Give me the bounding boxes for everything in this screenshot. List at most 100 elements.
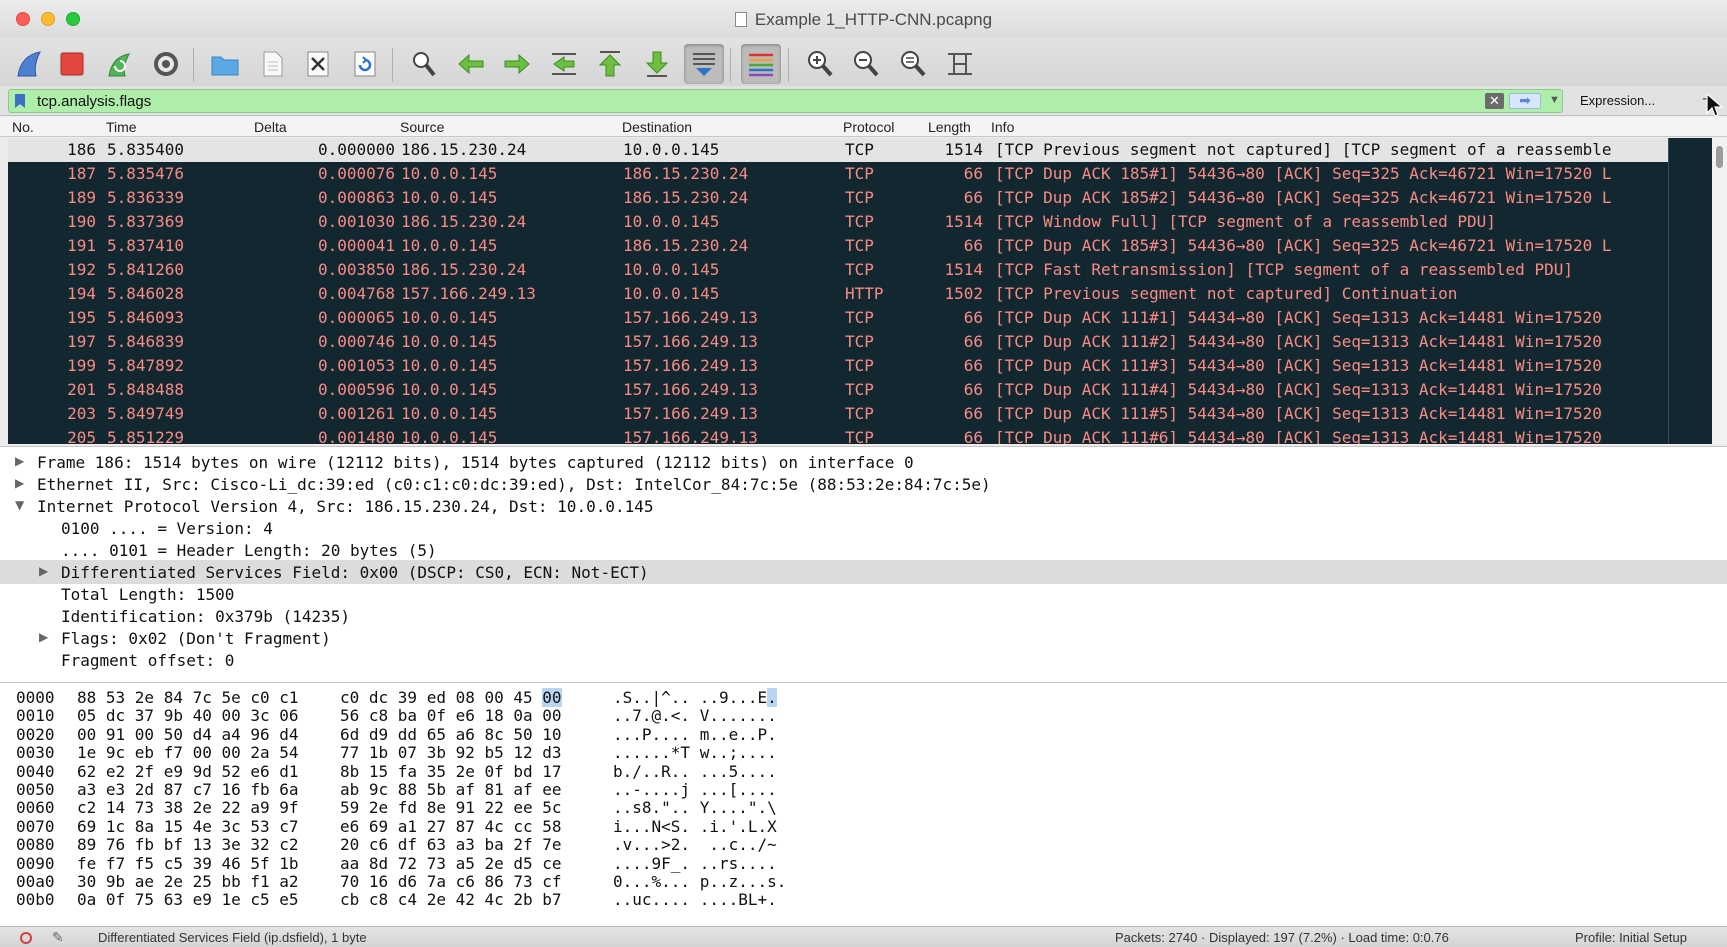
column-header-protocol[interactable]: Protocol <box>843 119 894 135</box>
bytes-row[interactable]: 0070 69 1c 8a 15 4e 3c 53 c7 e6 69 a1 27 8… <box>0 816 1727 836</box>
detail-tree-item[interactable]: ▶ Frame 186: 1514 bytes on wire (12112 bi… <box>0 450 1727 474</box>
bytes-offset: 0070 <box>16 816 55 836</box>
expand-triangle-icon[interactable]: ▶ <box>39 630 48 644</box>
packet-row[interactable]: 201 5.848488 0.000596 10.0.0.145 157.166.249… <box>8 378 1668 402</box>
zoom-in-button[interactable] <box>800 44 840 84</box>
packet-row[interactable]: 195 5.846093 0.000065 10.0.0.145 157.166.249… <box>8 306 1668 330</box>
packet-row[interactable]: 194 5.846028 0.004768 157.166.249.13 10.0.0.… <box>8 282 1668 306</box>
detail-tree-item[interactable]: ▼ Internet Protocol Version 4, Src: 186.1… <box>0 494 1727 518</box>
collapse-triangle-icon[interactable]: ▼ <box>15 498 24 512</box>
packet-row[interactable]: 205 5.851229 0.001480 10.0.0.145 157.166.249… <box>8 426 1668 444</box>
detail-tree-item[interactable]: ▶ Flags: 0x02 (Don't Fragment) <box>0 626 1727 650</box>
bytes-row[interactable]: 0080 89 76 fb bf 13 3e 32 c2 20 c6 df 63 a… <box>0 834 1727 854</box>
expert-info-icon[interactable] <box>20 932 32 944</box>
column-header-destination[interactable]: Destination <box>622 119 692 135</box>
bytes-row[interactable]: 0040 62 e2 2f e9 9d 52 e6 d1 8b 15 fa 35 2… <box>0 761 1727 781</box>
packet-cell-source: 10.0.0.145 <box>401 428 498 444</box>
packet-row[interactable]: 203 5.849749 0.001261 10.0.0.145 157.166.249… <box>8 402 1668 426</box>
go-first-packet-button[interactable] <box>590 44 630 84</box>
packet-cell-protocol: TCP <box>845 380 874 399</box>
zoom-normal-button[interactable] <box>893 44 933 84</box>
column-header-no[interactable]: No. <box>12 119 34 135</box>
selected-ascii-char[interactable]: . <box>767 688 777 707</box>
packet-row[interactable]: 186 5.835400 0.000000 186.15.230.24 10.0.0.1… <box>8 138 1668 162</box>
column-header-source[interactable]: Source <box>400 119 444 135</box>
packet-details-pane[interactable]: ▶ Frame 186: 1514 bytes on wire (12112 bi… <box>0 446 1727 682</box>
bytes-hex1: 00 91 00 50 d4 a4 96 d4 <box>77 724 299 744</box>
bookmark-icon[interactable] <box>15 94 25 108</box>
detail-tree-item[interactable]: 0100 .... = Version: 4 <box>0 516 1727 540</box>
go-to-packet-button[interactable] <box>544 44 584 84</box>
bytes-ascii: ....9F_. ..rs.... <box>613 853 777 873</box>
packet-row[interactable]: 197 5.846839 0.000746 10.0.0.145 157.166.249… <box>8 330 1668 354</box>
detail-tree-item[interactable]: .... 0101 = Header Length: 20 bytes (5) <box>0 538 1727 562</box>
selected-byte[interactable]: 00 <box>542 688 562 707</box>
capture-options-button[interactable] <box>146 44 186 84</box>
bytes-ascii: 0...%... p..z...s. <box>613 872 787 891</box>
bytes-hex2: ab 9c 88 5b af 81 af ee <box>340 780 562 799</box>
packet-cell-protocol: TCP <box>845 308 874 327</box>
expand-triangle-icon[interactable]: ▶ <box>39 564 48 578</box>
go-last-packet-button[interactable] <box>637 44 677 84</box>
go-forward-button[interactable] <box>497 44 537 84</box>
clear-filter-icon[interactable]: ✕ <box>1485 93 1504 109</box>
column-header-info[interactable]: Info <box>991 119 1014 135</box>
scrollbar-thumb[interactable] <box>1716 146 1723 168</box>
packet-list-scrollbar[interactable] <box>1712 138 1727 444</box>
stop-capture-icon <box>60 52 84 76</box>
bytes-row[interactable]: 0020 00 91 00 50 d4 a4 96 d4 6d d9 dd 65 a… <box>0 724 1727 744</box>
column-header-time[interactable]: Time <box>106 119 137 135</box>
bytes-ascii: ...P.... m..e..P. <box>613 724 777 744</box>
packet-row[interactable]: 190 5.837369 0.001030 186.15.230.24 10.0.0.1… <box>8 210 1668 234</box>
resize-columns-button[interactable] <box>940 44 980 84</box>
bytes-row[interactable]: 00b0 0a 0f 75 63 e9 1e c5 e5 cb c8 c4 2e 4… <box>0 889 1727 909</box>
bytes-row[interactable]: 0090 fe f7 f5 c5 39 46 5f 1b aa 8d 72 73 a… <box>0 853 1727 873</box>
packet-minimap[interactable] <box>1668 138 1712 444</box>
bytes-row[interactable]: 0000 88 53 2e 84 7c 5e c0 c1 c0 dc 39 ed 0… <box>0 687 1727 707</box>
expand-triangle-icon[interactable]: ▶ <box>15 454 24 468</box>
save-file-button[interactable] <box>252 44 292 84</box>
detail-tree-item[interactable]: Fragment offset: 0 <box>0 648 1727 672</box>
expand-triangle-icon[interactable]: ▶ <box>15 476 24 490</box>
expression-button[interactable]: Expression... <box>1580 93 1655 108</box>
open-file-button[interactable] <box>205 44 245 84</box>
column-header-delta[interactable]: Delta <box>254 119 287 135</box>
find-packet-button[interactable] <box>404 44 444 84</box>
packet-list[interactable]: 186 5.835400 0.000000 186.15.230.24 10.0.0.1… <box>8 138 1668 444</box>
zoom-out-button[interactable] <box>846 44 886 84</box>
bytes-row[interactable]: 0010 05 dc 37 9b 40 00 3c 06 56 c8 ba 0f e… <box>0 705 1727 725</box>
packet-row[interactable]: 191 5.837410 0.000041 10.0.0.145 186.15.230.… <box>8 234 1668 258</box>
bytes-row[interactable]: 0060 c2 14 73 38 2e 22 a9 9f 59 2e fd 8e 9… <box>0 797 1727 817</box>
capture-comment-icon[interactable]: ✎ <box>52 929 64 946</box>
bytes-hex2: cb c8 c4 2e 42 4c 2b b7 <box>340 890 562 910</box>
packet-row[interactable]: 192 5.841260 0.003850 186.15.230.24 10.0.0.1… <box>8 258 1668 282</box>
column-header-length[interactable]: Length <box>928 119 971 135</box>
autoscroll-button[interactable] <box>684 44 724 84</box>
bytes-row[interactable]: 00a0 30 9b ae 2e 25 bb f1 a2 70 16 d6 7a c… <box>0 871 1727 891</box>
packet-row[interactable]: 189 5.836339 0.000863 10.0.0.145 186.15.230.… <box>8 186 1668 210</box>
display-filter-input[interactable]: tcp.analysis.flags ✕ ➡ ▼ <box>8 89 1563 113</box>
bytes-hex1: a3 e3 2d 87 c7 16 fb 6a <box>77 780 299 799</box>
start-capture-button[interactable] <box>10 44 50 84</box>
packet-row[interactable]: 199 5.847892 0.001053 10.0.0.145 157.166.249… <box>8 354 1668 378</box>
bytes-hex2: 77 1b 07 3b 92 b5 12 d3 <box>340 743 562 763</box>
filter-text[interactable]: tcp.analysis.flags <box>37 93 151 110</box>
detail-tree-item[interactable]: ▶ Ethernet II, Src: Cisco-Li_dc:39:ed (c0… <box>0 472 1727 496</box>
bytes-row[interactable]: 0030 1e 9c eb f7 00 00 2a 54 77 1b 07 3b 9… <box>0 742 1727 762</box>
detail-tree-item[interactable]: Identification: 0x379b (14235) <box>0 604 1727 628</box>
colorize-button[interactable] <box>741 44 781 84</box>
packet-cell-destination: 157.166.249.13 <box>623 308 758 327</box>
reload-file-button[interactable] <box>345 44 385 84</box>
close-file-button[interactable] <box>298 44 338 84</box>
bytes-row[interactable]: 0050 a3 e3 2d 87 c7 16 fb 6a ab 9c 88 5b a… <box>0 779 1727 799</box>
filter-history-dropdown-icon[interactable]: ▼ <box>1549 94 1560 106</box>
go-back-button[interactable] <box>451 44 491 84</box>
status-profile[interactable]: Profile: Initial Setup <box>1575 930 1687 945</box>
packet-row[interactable]: 187 5.835476 0.000076 10.0.0.145 186.15.230.… <box>8 162 1668 186</box>
stop-capture-button[interactable] <box>52 44 92 84</box>
apply-filter-icon[interactable]: ➡ <box>1509 93 1541 109</box>
restart-capture-button[interactable] <box>99 44 139 84</box>
detail-tree-item[interactable]: ▶ Differentiated Services Field: 0x00 (DS… <box>0 560 1727 584</box>
packet-bytes-pane[interactable]: 0000 88 53 2e 84 7c 5e c0 c1 c0 dc 39 ed 0… <box>0 682 1727 926</box>
detail-tree-item[interactable]: Total Length: 1500 <box>0 582 1727 606</box>
